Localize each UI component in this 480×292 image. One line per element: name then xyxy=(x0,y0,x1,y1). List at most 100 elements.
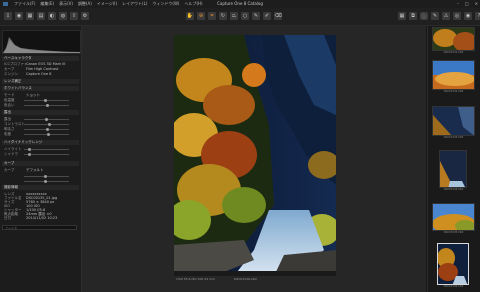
thumb-photo-4 xyxy=(440,151,466,187)
panel-hdr[interactable]: ハイダイナミックレンジ xyxy=(2,140,79,145)
kelvin-slider[interactable] xyxy=(24,99,69,102)
icc-profile-row[interactable]: ICCプロファイルCanon EOS 5D Mark III xyxy=(4,62,79,66)
wb-mode-row[interactable]: モード ショット xyxy=(4,93,79,97)
grid-icon[interactable]: ▦ xyxy=(26,12,34,20)
histogram xyxy=(2,30,81,54)
brightness-slider-knob[interactable] xyxy=(46,128,49,131)
thumbnail-image[interactable] xyxy=(437,243,469,285)
thumbnail[interactable]: DSC03134.CR2 xyxy=(432,150,475,192)
thumbnail[interactable]: DSC03131.CR2 xyxy=(432,27,475,55)
zoom-icon[interactable]: ⊕ xyxy=(197,12,205,20)
brightness-label: 明るさ xyxy=(4,127,15,131)
picker-icon[interactable]: ✎ xyxy=(252,12,260,20)
saturation-label: 彩度 xyxy=(4,132,11,136)
library-icon[interactable]: ▤ xyxy=(37,12,45,20)
crop-icon[interactable]: ⌗ xyxy=(208,12,216,20)
curve-slider-1[interactable] xyxy=(24,175,69,178)
panel-base-characteristics[interactable]: ベースキャラクタ xyxy=(2,56,79,61)
thumbnail-image[interactable] xyxy=(432,106,475,136)
right-toolbar-group: ▦ ⧉ ⓘ ✎ ⚠ ◎ ◉ ? xyxy=(398,12,480,20)
kelvin-slider-knob[interactable] xyxy=(44,99,47,102)
export-icon[interactable]: ⇧ xyxy=(70,12,78,20)
thumbnail-image[interactable] xyxy=(432,27,475,51)
meta-row-6: 日付 2014/11/02 10:23 xyxy=(4,216,79,220)
thumbnail[interactable]: DSC03133.CR2 xyxy=(432,106,475,140)
histogram-graph xyxy=(3,37,80,53)
highlight-slider[interactable] xyxy=(24,148,69,151)
eraser-icon[interactable]: ⌫ xyxy=(274,12,282,20)
brightness-slider[interactable] xyxy=(24,128,69,131)
filter-input[interactable]: フィルタ xyxy=(2,225,77,230)
title-bar: ファイル(F) 編集(E) 表示(V) 調整(A) イメージ(I) レイアウト(… xyxy=(0,0,480,8)
highlight-slider-knob[interactable] xyxy=(28,148,31,151)
maximize-button[interactable]: □ xyxy=(465,0,469,8)
curve-label: カーブ xyxy=(4,67,15,71)
spot-icon[interactable]: ○ xyxy=(241,12,249,20)
curve-preset-row[interactable]: カーブ デフォルト xyxy=(4,168,79,172)
thumbnail[interactable]: DSC03132.CR2 xyxy=(432,60,475,94)
thumbnail-image[interactable] xyxy=(432,203,475,231)
main-photo[interactable] xyxy=(174,35,336,276)
saturation-slider[interactable] xyxy=(24,133,69,136)
saturation-slider-knob[interactable] xyxy=(47,133,50,136)
tool-panel: ベースキャラクタ ICCプロファイルCanon EOS 5D Mark III … xyxy=(0,26,82,292)
exposure-slider-knob[interactable] xyxy=(45,118,48,121)
thumbnail-image[interactable] xyxy=(432,60,475,90)
thumbnail-selected[interactable]: DSC03136.CR2 xyxy=(432,243,475,289)
exposure-slider[interactable] xyxy=(24,118,69,121)
brush-icon[interactable]: ✐ xyxy=(263,12,271,20)
left-toolbar-group: ⇩ ◉ ▦ ▤ ◐ ◍ ⇧ ⚙ xyxy=(4,12,89,20)
thumbnail[interactable]: DSC03135.CR2 xyxy=(432,203,475,235)
close-button[interactable]: × xyxy=(475,0,478,8)
rotate-icon[interactable]: ↻ xyxy=(219,12,227,20)
engine-row[interactable]: エンジン Capture One 8 xyxy=(4,72,79,76)
thumbnail-image[interactable] xyxy=(439,150,467,188)
thumb-photo-3 xyxy=(433,107,474,135)
settings-icon[interactable]: ⚙ xyxy=(81,12,89,20)
curve-slider-1-knob[interactable] xyxy=(44,175,47,178)
shadow-slider-knob[interactable] xyxy=(28,153,31,156)
brush-tool-icon[interactable]: ✎ xyxy=(431,12,439,20)
thumb-photo-2 xyxy=(433,61,474,89)
minimize-button[interactable]: – xyxy=(457,0,459,8)
panel-curve[interactable]: カーブ xyxy=(2,161,79,166)
thumbnail-caption: DSC03132.CR2 xyxy=(443,90,464,93)
eye-icon[interactable]: ◉ xyxy=(464,12,472,20)
curve-slider-2[interactable] xyxy=(24,180,69,183)
adjust-icon[interactable]: ◐ xyxy=(48,12,56,20)
tint-label: 色合い xyxy=(4,103,15,107)
contrast-slider-knob[interactable] xyxy=(48,123,51,126)
meta-value-6: 2014/11/02 10:23 xyxy=(26,216,58,220)
contrast-slider[interactable] xyxy=(24,123,69,126)
import-icon[interactable]: ⇩ xyxy=(4,12,12,20)
keystone-icon[interactable]: ⏢ xyxy=(230,12,238,20)
icc-profile-value[interactable]: Canon EOS 5D Mark III xyxy=(26,62,79,66)
warning-icon[interactable]: ⚠ xyxy=(442,12,450,20)
color-icon[interactable]: ◍ xyxy=(59,12,67,20)
curve-value[interactable]: Film High Contrast xyxy=(26,67,79,71)
highlight-label: ハイライト xyxy=(4,147,22,151)
panel-metadata[interactable]: 撮影情報 xyxy=(2,185,79,190)
capture-icon[interactable]: ◉ xyxy=(15,12,23,20)
wb-mode-value[interactable]: ショット xyxy=(26,93,79,97)
pan-icon[interactable]: ✋ xyxy=(186,12,194,20)
engine-value[interactable]: Capture One 8 xyxy=(26,72,79,76)
grid-view-icon[interactable]: ▦ xyxy=(398,12,406,20)
window-title: Capture One 8 Catalog xyxy=(217,1,263,6)
curve-preset-label: カーブ xyxy=(4,168,15,172)
shadow-slider[interactable] xyxy=(24,153,69,156)
panel-exposure[interactable]: 露出 xyxy=(2,110,79,115)
compare-icon[interactable]: ⧉ xyxy=(409,12,417,20)
info-icon[interactable]: ⓘ xyxy=(420,12,428,20)
help-icon[interactable]: ? xyxy=(475,12,480,20)
panel-lens-correction[interactable]: レンズ補正 xyxy=(2,79,79,84)
curve-row[interactable]: カーブ Film High Contrast xyxy=(4,67,79,71)
thumbnail-caption: DSC03136.CR2 xyxy=(443,285,464,288)
main-toolbar: ⇩ ◉ ▦ ▤ ◐ ◍ ⇧ ⚙ ✋ ⊕ ⌗ ↻ ⏢ ○ ✎ ✐ ⌫ ▦ ⧉ ⓘ … xyxy=(0,8,480,26)
curve-preset-value[interactable]: デフォルト xyxy=(26,168,79,172)
curve-slider-2-knob[interactable] xyxy=(44,180,47,183)
proof-icon[interactable]: ◎ xyxy=(453,12,461,20)
panel-white-balance[interactable]: ホワイトバランス xyxy=(2,86,79,91)
tint-slider[interactable] xyxy=(24,104,69,107)
tint-slider-knob[interactable] xyxy=(46,104,49,107)
